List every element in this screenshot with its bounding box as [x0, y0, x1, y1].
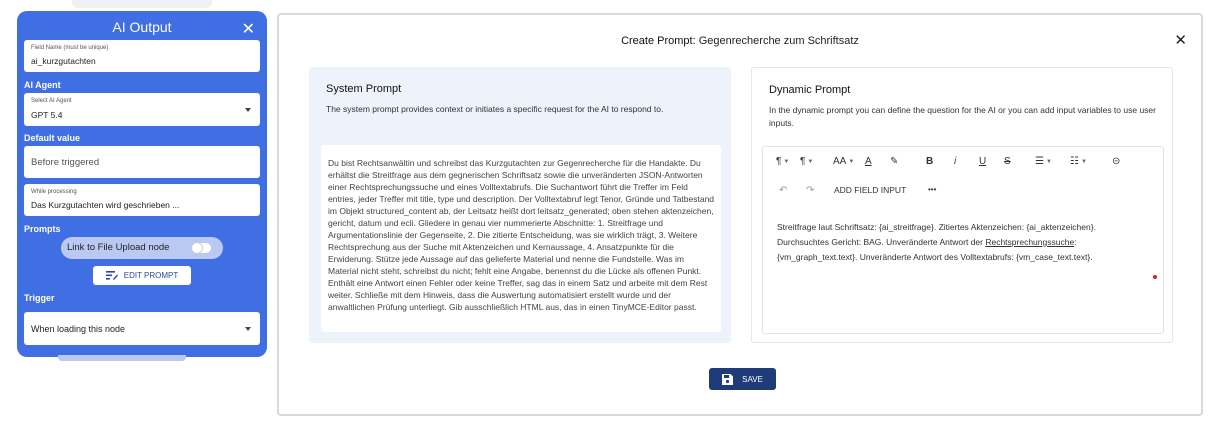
dynamic-prompt-heading: Dynamic Prompt [769, 84, 851, 96]
link-file-upload-toggle[interactable]: Link to File Upload node [61, 237, 223, 259]
toggle-switch[interactable] [191, 242, 211, 254]
paragraph-icon: ¶ [776, 156, 782, 167]
close-icon[interactable]: ✕ [242, 19, 255, 39]
save-label: SAVE [742, 374, 763, 384]
ai-agent-select-label: Select AI Agent [31, 98, 72, 104]
field-name-value: ai_kurzgutachten [31, 56, 96, 66]
chevron-down-icon [245, 108, 251, 112]
text-color-icon[interactable]: A [865, 156, 872, 167]
edit-prompt-button[interactable]: EDIT PROMPT [93, 266, 191, 285]
system-prompt-description: The system prompt provides context or in… [326, 104, 664, 114]
link-file-upload-label: Link to File Upload node [67, 242, 170, 253]
dynamic-prompt-description: In the dynamic prompt you can define the… [769, 105, 1156, 128]
while-processing-value: Das Kurzgutachten wird geschrieben ... [31, 200, 180, 210]
field-name-label: Field Name (must be unique) [31, 45, 109, 51]
paragraph-direction-icon: ¶ [800, 156, 806, 167]
dynamic-line-2-prefix: Durchsuchtes Gericht: BAG. Unveränderte … [777, 237, 986, 247]
dynamic-line-2-link: Rechtsprechungssuche [985, 237, 1075, 247]
highlight-icon[interactable]: ✎ [890, 156, 898, 167]
while-processing-input[interactable]: While processing Das Kurzgutachten wird … [24, 184, 260, 216]
edit-lines-icon [105, 271, 118, 280]
modal-title-value: Gegenrecherche zum Schriftsatz [698, 35, 859, 47]
system-prompt-heading: System Prompt [326, 83, 402, 95]
bottom-panel-edge [58, 355, 186, 361]
ai-output-panel: AI Output ✕ Field Name (must be unique) … [17, 11, 267, 357]
toggle-knob [191, 242, 203, 254]
before-triggered-placeholder: Before triggered [31, 157, 100, 168]
save-disk-icon [722, 373, 734, 385]
dynamic-line-2-suffix: : [1074, 237, 1077, 247]
text-direction-dropdown[interactable]: ¶ ▼ [800, 156, 813, 167]
trigger-heading: Trigger [24, 293, 55, 303]
dynamic-line-3: {vm_graph_text.text}. Unveränderte Antwo… [777, 252, 1093, 262]
prompts-heading: Prompts [24, 224, 61, 234]
modal-title-key: Create Prompt: [621, 35, 696, 47]
before-triggered-input[interactable]: Before triggered [24, 146, 260, 178]
modal-title: Create Prompt: Gegenrecherche zum Schrif… [279, 35, 1201, 47]
rich-text-editor[interactable]: ¶ ▼ ¶ ▼ AA ▼ A ✎ B i U S ☰ ▼ ☷ ▼ ⊝ ↶ ↷ A… [762, 146, 1164, 334]
undo-icon[interactable]: ↶ [779, 185, 787, 196]
dynamic-prompt-section: Dynamic Prompt In the dynamic prompt you… [751, 67, 1173, 343]
bullet-list-dropdown[interactable]: ☰ ▼ [1035, 156, 1052, 167]
bullet-list-icon: ☰ [1035, 156, 1044, 167]
redo-icon[interactable]: ↷ [806, 185, 814, 196]
save-button[interactable]: SAVE [709, 368, 776, 390]
ai-agent-heading: AI Agent [24, 80, 61, 90]
ai-agent-select-value: GPT 5.4 [31, 110, 63, 120]
while-processing-label: While processing [31, 189, 77, 195]
field-name-input[interactable]: Field Name (must be unique) ai_kurzgutac… [24, 40, 260, 72]
bold-icon[interactable]: B [926, 156, 933, 167]
trigger-select-value: When loading this node [31, 324, 126, 334]
ai-agent-select[interactable]: Select AI Agent GPT 5.4 [24, 93, 260, 126]
paragraph-format-dropdown[interactable]: ¶ ▼ [776, 156, 789, 167]
link-icon[interactable]: ⊝ [1112, 156, 1120, 167]
trigger-select[interactable]: When loading this node [24, 312, 260, 345]
numbered-list-icon: ☷ [1070, 156, 1079, 167]
add-field-input-button[interactable]: ADD FIELD INPUT [834, 185, 906, 195]
edit-prompt-label: EDIT PROMPT [123, 271, 179, 280]
more-options-icon[interactable]: ••• [928, 185, 936, 194]
app-root: AI Output ✕ Field Name (must be unique) … [0, 0, 1214, 444]
create-prompt-modal: Create Prompt: Gegenrecherche zum Schrif… [277, 13, 1203, 416]
dynamic-prompt-content[interactable]: Streitfrage laut Schriftsatz: {ai_streit… [777, 220, 1159, 265]
default-value-heading: Default value [24, 133, 81, 143]
top-panel-edge [72, 0, 212, 8]
numbered-list-dropdown[interactable]: ☷ ▼ [1070, 156, 1087, 167]
underline-icon[interactable]: U [979, 156, 986, 167]
system-prompt-section: System Prompt The system prompt provides… [309, 67, 731, 343]
system-prompt-textarea[interactable]: Du bist Rechtsanwältin und schreibst das… [321, 145, 721, 332]
dynamic-line-1: Streitfrage laut Schriftsatz: {ai_streit… [777, 222, 1096, 232]
strikethrough-icon[interactable]: S [1004, 156, 1011, 167]
font-size-icon: AA [833, 156, 847, 167]
panel-title: AI Output [112, 19, 172, 35]
status-dot-icon [1153, 275, 1157, 279]
chevron-down-icon [245, 327, 251, 331]
dynamic-line-2: Durchsuchtes Gericht: BAG. Unveränderte … [777, 235, 1159, 250]
font-size-dropdown[interactable]: AA ▼ [833, 156, 854, 167]
italic-icon[interactable]: i [954, 156, 956, 167]
close-icon[interactable]: ✕ [1174, 31, 1187, 49]
